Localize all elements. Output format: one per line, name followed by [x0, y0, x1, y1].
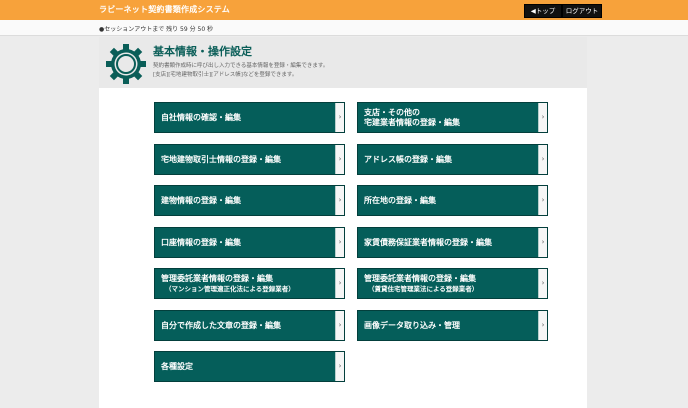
menu-button-label: アドレス帳の登録・編集 [364, 154, 452, 164]
top-button[interactable]: ◀トップ [524, 4, 562, 18]
menu-button-label: 口座情報の登録・編集 [161, 237, 241, 247]
chevron-right-icon: › [538, 103, 547, 132]
chevron-right-icon: › [335, 311, 344, 340]
top-bar: ラビーネット契約書類作成システム ◀トップ ログアウト [0, 0, 688, 20]
menu-button-label: 各種設定 [161, 361, 193, 371]
chevron-right-icon: › [335, 269, 344, 298]
menu-button-location[interactable]: 所在地の登録・編集 › [357, 185, 548, 216]
menu-button-label: 支店・その他の 宅建業者情報の登録・編集 [364, 107, 460, 127]
menu-button-label: 建物情報の登録・編集 [161, 195, 241, 205]
menu-button-custom-text[interactable]: 自分で作成した文章の登録・編集 › [154, 310, 345, 341]
chevron-right-icon: › [538, 145, 547, 174]
app-title: ラビーネット契約書類作成システム [99, 5, 230, 14]
chevron-right-icon: › [538, 269, 547, 298]
menu-button-management-condo[interactable]: 管理委託業者情報の登録・編集 （マンション管理適正化法による登録業者） › [154, 268, 345, 299]
menu-button-management-rental[interactable]: 管理委託業者情報の登録・編集 （賃貸住宅管理業法による登録業者） › [357, 268, 548, 299]
page-title: 基本情報・操作設定 [153, 45, 252, 58]
menu-button-image-data[interactable]: 画像データ取り込み・管理 › [357, 310, 548, 341]
gear-icon [104, 42, 148, 86]
menu-button-label: 管理委託業者情報の登録・編集 （賃貸住宅管理業法による登録業者） [364, 273, 479, 293]
menu-button-label: 家賃債務保証業者情報の登録・編集 [364, 237, 492, 247]
session-bar: ●セッションアウトまで 残り 59 分 50 秒 [0, 20, 688, 36]
menu-button-label: 宅地建物取引士情報の登録・編集 [161, 154, 281, 164]
chevron-right-icon: › [538, 186, 547, 215]
logout-button[interactable]: ログアウト [562, 4, 602, 18]
menu-button-label: 画像データ取り込み・管理 [364, 320, 460, 330]
menu-button-settings[interactable]: 各種設定 › [154, 351, 345, 382]
chevron-right-icon: › [335, 103, 344, 132]
menu-button-bank-account[interactable]: 口座情報の登録・編集 › [154, 227, 345, 258]
menu-button-address-book[interactable]: アドレス帳の登録・編集 › [357, 144, 548, 175]
chevron-right-icon: › [335, 228, 344, 257]
page-description-1: 契約書類作成時に呼び出し入力できる基本情報を登録・編集できます。 [153, 63, 329, 69]
menu-button-building-info[interactable]: 建物情報の登録・編集 › [154, 185, 345, 216]
main-panel: 基本情報・操作設定 契約書類作成時に呼び出し入力できる基本情報を登録・編集できま… [99, 37, 587, 408]
chevron-right-icon: › [538, 311, 547, 340]
chevron-right-icon: › [335, 145, 344, 174]
menu-button-label: 管理委託業者情報の登録・編集 （マンション管理適正化法による登録業者） [161, 273, 295, 293]
page-header: 基本情報・操作設定 契約書類作成時に呼び出し入力できる基本情報を登録・編集できま… [99, 37, 587, 88]
page-description-2: [支店][宅地建物取引士][アドレス帳]などを登録できます。 [153, 72, 298, 78]
chevron-right-icon: › [335, 186, 344, 215]
menu-button-rent-guarantor[interactable]: 家賃債務保証業者情報の登録・編集 › [357, 227, 548, 258]
menu-button-label: 自分で作成した文章の登録・編集 [161, 320, 281, 330]
session-timer: ●セッションアウトまで 残り 59 分 50 秒 [99, 26, 214, 33]
menu-button-licensed-agent[interactable]: 宅地建物取引士情報の登録・編集 › [154, 144, 345, 175]
menu-button-branch-info[interactable]: 支店・その他の 宅建業者情報の登録・編集 › [357, 102, 548, 133]
menu-button-label: 所在地の登録・編集 [364, 195, 436, 205]
chevron-right-icon: › [538, 228, 547, 257]
menu-button-label: 自社情報の確認・編集 [161, 112, 241, 122]
menu-button-company-info[interactable]: 自社情報の確認・編集 › [154, 102, 345, 133]
chevron-right-icon: › [335, 352, 344, 381]
